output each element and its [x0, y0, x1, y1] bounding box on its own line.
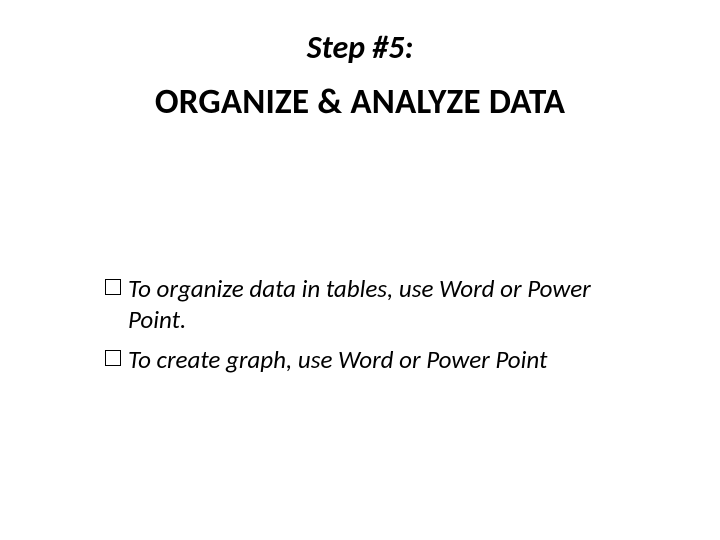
slide-title: ORGANIZE & ANALYZE DATA: [0, 81, 720, 123]
list-item: To create graph, use Word or Power Point: [105, 344, 640, 375]
checkbox-bullet-icon: [105, 350, 121, 366]
bullet-text: To create graph, use Word or Power Point: [128, 344, 547, 375]
step-label: Step #5:: [0, 28, 720, 67]
list-item: To organize data in tables, use Word or …: [105, 273, 640, 336]
slide: Step #5: ORGANIZE & ANALYZE DATA To orga…: [0, 0, 720, 540]
checkbox-bullet-icon: [105, 279, 121, 295]
bullet-list: To organize data in tables, use Word or …: [0, 273, 720, 375]
bullet-text: To organize data in tables, use Word or …: [128, 273, 640, 336]
